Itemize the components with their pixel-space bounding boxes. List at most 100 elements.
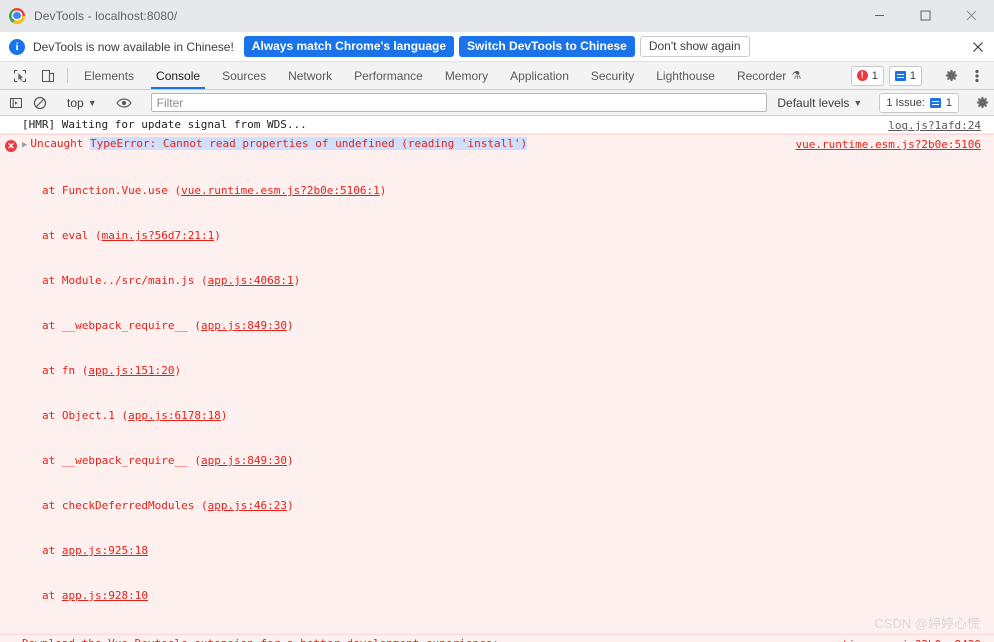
stack-frame: at Module../src/main.js (app.js:4068:1) [22,273,994,288]
tab-label: Sources [222,68,267,83]
tab-sources[interactable]: Sources [211,62,277,89]
stack-frame: at eval (main.js?56d7:21:1) [22,228,994,243]
execution-context-selector[interactable]: top ▼ [63,96,101,110]
error-badge-icon: ✕ [4,137,18,152]
devtools-tabbar: Elements Console Sources Network Perform… [0,62,994,90]
window-controls [856,0,994,31]
tab-security[interactable]: Security [580,62,645,89]
chevron-down-icon: ▼ [87,97,97,108]
console-message-uncaught-error[interactable]: ✕ ▶ Uncaught TypeError: Cannot read prope… [0,134,994,635]
stack-frame-text: at [42,544,62,557]
tab-label: Recorder [736,68,787,83]
tab-console[interactable]: Console [145,62,211,89]
stack-frame: at Function.Vue.use (vue.runtime.esm.js?… [22,183,994,198]
watermark: CSDN @婷婷心慌 [874,616,980,631]
tab-performance[interactable]: Performance [343,62,434,89]
minimize-button[interactable] [856,0,902,31]
stack-frame-text: at __webpack_require__ ( [42,454,201,467]
stack-frame-tail: ) [214,229,221,242]
stack-frame-tail: ) [174,364,182,377]
source-link[interactable]: vue.runtime.esm.js?2b0e:8429 [796,637,981,642]
stack-frame-text: at Module../src/main.js ( [42,274,208,287]
stack-frame-link[interactable]: app.js:4068:1 [208,274,294,287]
close-window-button[interactable] [948,0,994,31]
close-notification-icon[interactable] [972,41,984,53]
switch-devtools-language-button[interactable]: Switch DevTools to Chinese [459,36,635,57]
log-levels-value: Default levels [777,95,850,110]
tab-label: Memory [444,68,489,83]
stack-frame-text: at Object.1 ( [42,409,129,422]
stack-frame-link[interactable]: vue.runtime.esm.js?2b0e:5106:1 [181,184,380,197]
tab-label: Security [590,68,635,83]
clear-console-icon[interactable] [4,92,28,114]
devtools-window: DevTools - localhost:8080/ i DevTools is… [0,0,994,642]
tab-label: Lighthouse [656,68,715,83]
message-count-value: 1 [909,69,916,82]
panel-tabs: Elements Console Sources Network Perform… [73,62,812,89]
stack-frame: at __webpack_require__ (app.js:849:30) [22,318,994,333]
tab-application[interactable]: Application [499,62,580,89]
error-count-value: 1 [871,69,878,82]
stack-frame-tail: ) [379,184,387,197]
stack-frame-text: at Function.Vue.use ( [42,184,182,197]
stack-frame: at app.js:928:10 [22,588,994,603]
stack-frame-link[interactable]: app.js:849:30 [201,319,287,332]
no-entry-icon[interactable] [28,92,52,114]
error-selected-text: TypeError: Cannot read properties of und… [90,137,528,150]
device-toolbar-icon[interactable] [34,62,62,89]
tab-label: Console [156,68,201,83]
experiment-flask-icon: ⚗ [791,70,802,82]
expand-arrow-icon[interactable]: ▶ [22,138,27,153]
live-expression-eye-icon[interactable] [112,92,136,114]
console-message-vue-devtools[interactable]: Download the Vue Devtools extension for … [0,635,994,642]
tab-recorder[interactable]: Recorder ⚗ [726,62,812,89]
stack-frame-tail: ) [287,454,294,467]
gear-icon[interactable] [938,68,964,83]
stack-frame: at Object.1 (app.js:6178:18) [22,408,994,423]
error-count-badge[interactable]: ! 1 [850,65,884,86]
stack-frame-link[interactable]: app.js:849:30 [201,454,287,467]
filter-input[interactable] [150,93,768,112]
language-notification-bar: i DevTools is now available in Chinese! … [0,32,994,62]
error-stack-trace: at Function.Vue.use (vue.runtime.esm.js?… [0,153,994,633]
stack-frame-link[interactable]: app.js:151:20 [88,364,174,377]
always-match-language-button[interactable]: Always match Chrome's language [243,36,455,57]
inspect-element-icon[interactable] [6,62,34,89]
console-message-list: [HMR] Waiting for update signal from WDS… [0,116,994,642]
stack-frame-text: at checkDeferredModules ( [42,499,208,512]
issues-badge[interactable]: 1 Issue: 1 [879,92,959,113]
notification-message: DevTools is now available in Chinese! [33,39,234,54]
stack-frame-link[interactable]: app.js:925:18 [62,544,148,557]
tabbar-right-controls: ! 1 1 [850,62,994,89]
tab-memory[interactable]: Memory [434,62,499,89]
stack-frame-link[interactable]: main.js?56d7:21:1 [102,229,215,242]
execution-context-value: top [67,95,84,110]
message-icon [894,70,906,81]
stack-frame: at app.js:925:18 [22,543,994,558]
stack-frame-link[interactable]: app.js:6178:18 [128,409,221,422]
console-toolbar: top ▼ Default levels ▼ 1 Issue: 1 [0,90,994,116]
source-link[interactable]: vue.runtime.esm.js?2b0e:5106 [796,137,981,152]
message-count-badge[interactable]: 1 [888,65,922,86]
stack-frame-link[interactable]: app.js:928:10 [62,589,148,602]
stack-frame-text: at [42,589,62,602]
tab-lighthouse[interactable]: Lighthouse [645,62,726,89]
dont-show-again-button[interactable]: Don't show again [639,36,750,57]
tab-label: Application [510,68,569,83]
tab-label: Elements [84,68,135,83]
issue-message-icon [929,97,941,108]
issues-count-value: 1 [945,96,952,109]
source-link[interactable]: log.js?1afd:24 [888,118,981,133]
stack-frame-link[interactable]: app.js:46:23 [208,499,287,512]
tabbar-divider [67,68,68,83]
hmr-message-text: [HMR] Waiting for update signal from WDS… [22,118,307,131]
maximize-button[interactable] [902,0,948,31]
log-levels-selector[interactable]: Default levels ▼ [771,96,868,110]
tab-network[interactable]: Network [277,62,343,89]
kebab-menu-icon[interactable] [964,68,990,84]
stack-frame-tail: ) [287,499,294,512]
tab-elements[interactable]: Elements [73,62,145,89]
console-settings-gear-icon[interactable] [970,92,994,114]
stack-frame-tail: ) [293,274,301,287]
console-message-hmr[interactable]: [HMR] Waiting for update signal from WDS… [0,116,994,134]
